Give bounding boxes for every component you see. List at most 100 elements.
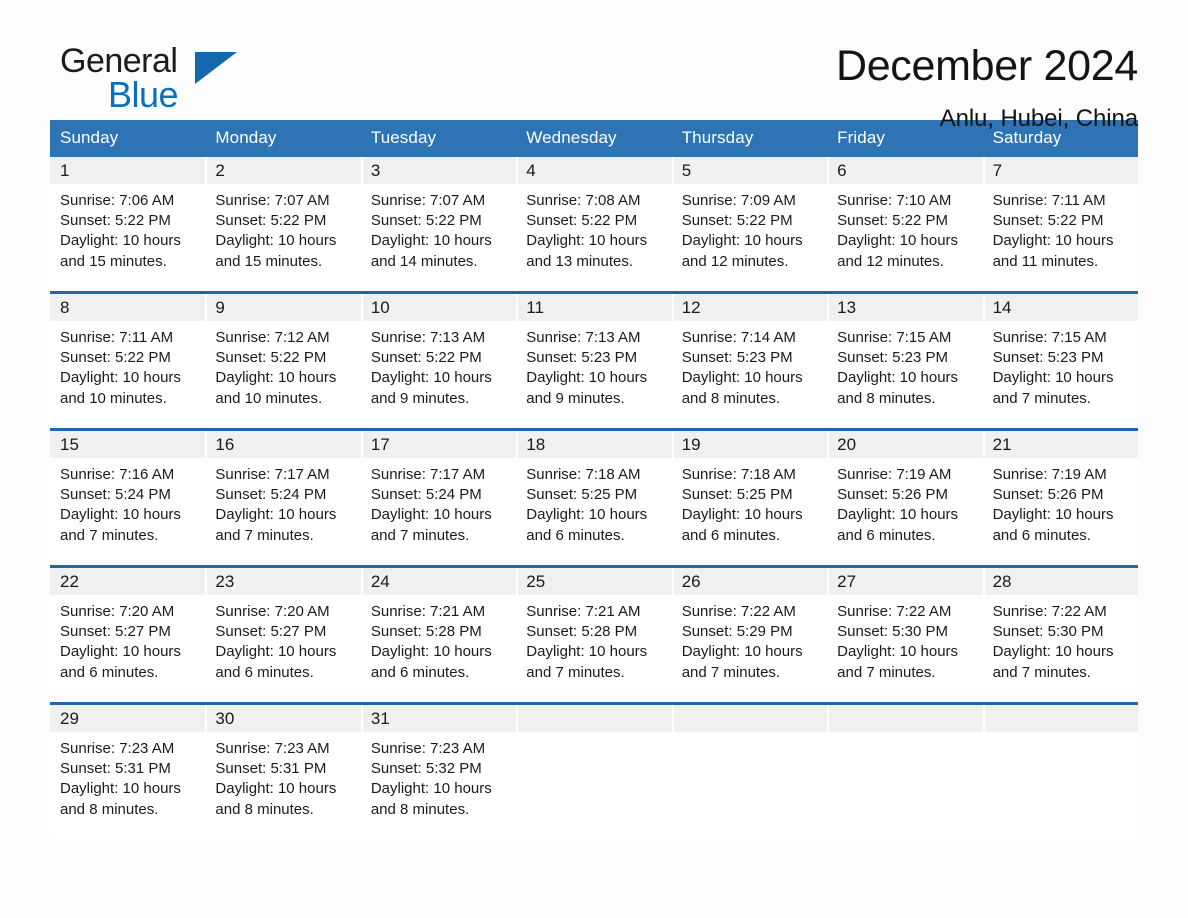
- cell-separator: [516, 294, 519, 321]
- day-number: 15: [50, 431, 206, 458]
- day-number: 12: [671, 294, 828, 321]
- day-number: 10: [360, 294, 517, 321]
- day-cell-6[interactable]: 6 Sunrise: 7:10 AM Sunset: 5:22 PM Daylig…: [827, 157, 983, 291]
- cell-separator: [360, 294, 363, 321]
- day-sun-info: Sunrise: 7:22 AM Sunset: 5:29 PM Dayligh…: [681, 603, 803, 681]
- day-cell-1[interactable]: 1 Sunrise: 7:06 AM Sunset: 5:22 PM Daylig…: [50, 157, 206, 291]
- day-cell-15[interactable]: 15 Sunrise: 7:16 AM Sunset: 5:24 PM Dayli…: [50, 431, 206, 565]
- day-cell-5[interactable]: 5 Sunrise: 7:09 AM Sunset: 5:22 PM Daylig…: [671, 157, 828, 291]
- day-sun-info: Sunrise: 7:09 AM Sunset: 5:22 PM Dayligh…: [681, 192, 803, 270]
- cell-separator: [982, 431, 985, 458]
- day-sun-info: Sunrise: 7:11 AM Sunset: 5:22 PM Dayligh…: [992, 192, 1114, 270]
- day-cell-24[interactable]: 24 Sunrise: 7:21 AM Sunset: 5:28 PM Dayli…: [360, 568, 517, 702]
- day-cell-19[interactable]: 19 Sunrise: 7:18 AM Sunset: 5:25 PM Dayli…: [671, 431, 828, 565]
- day-number: [516, 705, 672, 732]
- day-number: 19: [671, 431, 828, 458]
- cell-separator: [827, 431, 830, 458]
- day-sun-info: Sunrise: 7:11 AM Sunset: 5:22 PM Dayligh…: [60, 329, 181, 407]
- day-sun-info: Sunrise: 7:22 AM Sunset: 5:30 PM Dayligh…: [992, 603, 1114, 681]
- weekday-header-friday: Friday: [837, 128, 885, 147]
- day-cell-20[interactable]: 20 Sunrise: 7:19 AM Sunset: 5:26 PM Dayli…: [827, 431, 983, 565]
- day-sun-info: Sunrise: 7:08 AM Sunset: 5:22 PM Dayligh…: [526, 192, 648, 270]
- day-cell-12[interactable]: 12 Sunrise: 7:14 AM Sunset: 5:23 PM Dayli…: [671, 294, 828, 428]
- day-number: 9: [205, 294, 361, 321]
- day-number: 30: [205, 705, 361, 732]
- day-cell-14[interactable]: 14 Sunrise: 7:15 AM Sunset: 5:23 PM Dayli…: [982, 294, 1138, 428]
- day-sun-info: Sunrise: 7:15 AM Sunset: 5:23 PM Dayligh…: [837, 329, 959, 407]
- day-sun-info: Sunrise: 7:23 AM Sunset: 5:31 PM Dayligh…: [60, 740, 181, 818]
- day-number: 24: [360, 568, 517, 595]
- day-cell-29[interactable]: 29 Sunrise: 7:23 AM Sunset: 5:31 PM Dayli…: [50, 705, 206, 839]
- day-cell-18[interactable]: 18 Sunrise: 7:18 AM Sunset: 5:25 PM Dayli…: [516, 431, 672, 565]
- cell-separator: [827, 294, 830, 321]
- cell-separator: [671, 705, 674, 732]
- day-sun-info: Sunrise: 7:13 AM Sunset: 5:22 PM Dayligh…: [370, 329, 492, 407]
- weekday-header-row: Sunday Monday Tuesday Wednesday Thursday Frid…: [50, 120, 1138, 157]
- day-sun-info: Sunrise: 7:23 AM Sunset: 5:31 PM Dayligh…: [215, 740, 337, 818]
- cell-separator: [671, 431, 674, 458]
- day-number: 20: [827, 431, 983, 458]
- weekday-header-saturday: Saturday: [992, 128, 1062, 147]
- day-sun-info: Sunrise: 7:12 AM Sunset: 5:22 PM Dayligh…: [215, 329, 337, 407]
- weekday-header-tuesday: Tuesday: [370, 128, 437, 147]
- cell-separator: [516, 431, 519, 458]
- cell-separator: [205, 431, 208, 458]
- day-sun-info: Sunrise: 7:22 AM Sunset: 5:30 PM Dayligh…: [837, 603, 959, 681]
- day-cell-13[interactable]: 13 Sunrise: 7:15 AM Sunset: 5:23 PM Dayli…: [827, 294, 983, 428]
- day-cell-2[interactable]: 2 Sunrise: 7:07 AM Sunset: 5:22 PM Daylig…: [205, 157, 361, 291]
- day-sun-info: Sunrise: 7:16 AM Sunset: 5:24 PM Dayligh…: [60, 466, 181, 544]
- day-cell-8[interactable]: 8 Sunrise: 7:11 AM Sunset: 5:22 PM Daylig…: [50, 294, 206, 428]
- day-number: 25: [516, 568, 672, 595]
- day-cell-7[interactable]: 7 Sunrise: 7:11 AM Sunset: 5:22 PM Daylig…: [982, 157, 1138, 291]
- day-cell-11[interactable]: 11 Sunrise: 7:13 AM Sunset: 5:23 PM Dayli…: [516, 294, 672, 428]
- day-cell-28[interactable]: 28 Sunrise: 7:22 AM Sunset: 5:30 PM Dayli…: [982, 568, 1138, 702]
- day-sun-info: [827, 732, 982, 739]
- page-title: December 2024: [835, 42, 1138, 90]
- day-cell-10[interactable]: 10 Sunrise: 7:13 AM Sunset: 5:22 PM Dayli…: [360, 294, 517, 428]
- cell-separator: [827, 705, 830, 732]
- logo-text-blue: Blue: [108, 74, 179, 115]
- day-cell-30[interactable]: 30 Sunrise: 7:23 AM Sunset: 5:31 PM Dayli…: [205, 705, 361, 839]
- cell-separator: [982, 157, 985, 184]
- calendar-page: General Blue December 2024 Anlu, Hubei, …: [0, 0, 1188, 918]
- day-cell-16[interactable]: 16 Sunrise: 7:17 AM Sunset: 5:24 PM Dayli…: [205, 431, 361, 565]
- day-sun-info: Sunrise: 7:13 AM Sunset: 5:23 PM Dayligh…: [526, 329, 648, 407]
- day-cell-23[interactable]: 23 Sunrise: 7:20 AM Sunset: 5:27 PM Dayli…: [205, 568, 361, 702]
- day-number: 23: [205, 568, 361, 595]
- day-sun-info: [983, 732, 1138, 739]
- cell-separator: [671, 157, 674, 184]
- calendar-week-row: 15 Sunrise: 7:16 AM Sunset: 5:24 PM Dayli…: [50, 428, 1138, 565]
- day-cell-empty: [516, 705, 672, 839]
- day-cell-22[interactable]: 22 Sunrise: 7:20 AM Sunset: 5:27 PM Dayli…: [50, 568, 206, 702]
- day-cell-27[interactable]: 27 Sunrise: 7:22 AM Sunset: 5:30 PM Dayli…: [827, 568, 983, 702]
- cell-separator: [516, 157, 519, 184]
- day-number: 29: [50, 705, 206, 732]
- day-sun-info: Sunrise: 7:19 AM Sunset: 5:26 PM Dayligh…: [992, 466, 1114, 544]
- day-cell-21[interactable]: 21 Sunrise: 7:19 AM Sunset: 5:26 PM Dayli…: [982, 431, 1138, 565]
- day-number: [827, 705, 983, 732]
- day-sun-info: Sunrise: 7:07 AM Sunset: 5:22 PM Dayligh…: [215, 192, 337, 270]
- day-number: 2: [205, 157, 361, 184]
- day-cell-4[interactable]: 4 Sunrise: 7:08 AM Sunset: 5:22 PM Daylig…: [516, 157, 672, 291]
- cell-separator: [671, 568, 674, 595]
- day-number: 3: [360, 157, 517, 184]
- day-number: [671, 705, 828, 732]
- cell-separator: [360, 705, 363, 732]
- calendar-week-row: 29 Sunrise: 7:23 AM Sunset: 5:31 PM Dayli…: [50, 702, 1138, 839]
- day-cell-3[interactable]: 3 Sunrise: 7:07 AM Sunset: 5:22 PM Daylig…: [360, 157, 517, 291]
- day-cell-26[interactable]: 26 Sunrise: 7:22 AM Sunset: 5:29 PM Dayli…: [671, 568, 828, 702]
- day-sun-info: Sunrise: 7:10 AM Sunset: 5:22 PM Dayligh…: [837, 192, 959, 270]
- day-cell-17[interactable]: 17 Sunrise: 7:17 AM Sunset: 5:24 PM Dayli…: [360, 431, 517, 565]
- day-cell-25[interactable]: 25 Sunrise: 7:21 AM Sunset: 5:28 PM Dayli…: [516, 568, 672, 702]
- day-cell-31[interactable]: 31 Sunrise: 7:23 AM Sunset: 5:32 PM Dayli…: [360, 705, 517, 839]
- weekday-header-thursday: Thursday: [681, 128, 754, 147]
- day-number: 5: [671, 157, 828, 184]
- day-cell-9[interactable]: 9 Sunrise: 7:12 AM Sunset: 5:22 PM Daylig…: [205, 294, 361, 428]
- day-number: 14: [982, 294, 1138, 321]
- calendar-week-row: 22 Sunrise: 7:20 AM Sunset: 5:27 PM Dayli…: [50, 565, 1138, 702]
- cell-separator: [982, 568, 985, 595]
- weekday-header-monday: Monday: [215, 128, 277, 147]
- day-number: 4: [516, 157, 672, 184]
- cell-separator: [205, 705, 208, 732]
- day-sun-info: Sunrise: 7:20 AM Sunset: 5:27 PM Dayligh…: [215, 603, 337, 681]
